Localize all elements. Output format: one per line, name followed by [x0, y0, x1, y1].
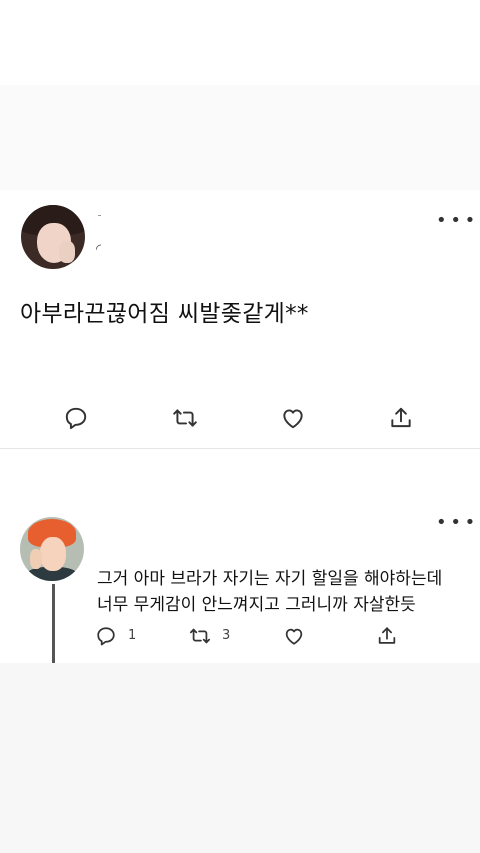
- bottom-blank-area: [0, 663, 480, 853]
- retweet-icon[interactable]: [187, 624, 213, 648]
- reply-tweet[interactable]: • • • 그거 아마 브라가 자기는 자기 할일을 해야하는데 너무 무게감이…: [0, 500, 480, 663]
- reply-count: 1: [128, 628, 137, 643]
- like-icon[interactable]: [278, 403, 308, 433]
- avatar[interactable]: [20, 517, 84, 581]
- top-blank-area: [0, 0, 480, 190]
- tweet-text: 아부라끈끊어짐 씨발좆같게**: [20, 301, 309, 327]
- tweet-actions: 1 3: [0, 624, 480, 648]
- avatar[interactable]: [21, 205, 85, 269]
- avatar-face: [40, 537, 66, 571]
- main-tweet[interactable]: ◜ • • • 아부라끈끊어짐 씨발좆같게**: [0, 190, 480, 448]
- handle-icon: ◜: [96, 242, 102, 257]
- avatar-hand: [59, 241, 75, 263]
- like-icon[interactable]: [282, 624, 306, 648]
- reply-icon[interactable]: [94, 624, 118, 648]
- tweet-text: 그거 아마 브라가 자기는 자기 할일을 해야하는데 너무 무게감이 안느껴지고…: [97, 566, 467, 618]
- more-options-icon[interactable]: • • •: [436, 212, 475, 230]
- display-name[interactable]: [98, 215, 101, 216]
- share-icon[interactable]: [375, 624, 399, 648]
- more-options-icon[interactable]: • • •: [436, 514, 475, 532]
- retweet-count: 3: [222, 628, 231, 643]
- share-icon[interactable]: [386, 403, 416, 433]
- tweet-text-line: 그거 아마 브라가 자기는 자기 할일을 해야하는데: [97, 569, 443, 589]
- tweet-actions: [0, 403, 480, 439]
- top-blank-strip: [0, 0, 480, 85]
- tweet-text-line: 너무 무게감이 안느껴지고 그러니까 자살한듯: [97, 595, 416, 615]
- avatar-hand: [30, 549, 42, 569]
- retweet-icon[interactable]: [170, 403, 200, 433]
- reply-icon[interactable]: [61, 403, 91, 433]
